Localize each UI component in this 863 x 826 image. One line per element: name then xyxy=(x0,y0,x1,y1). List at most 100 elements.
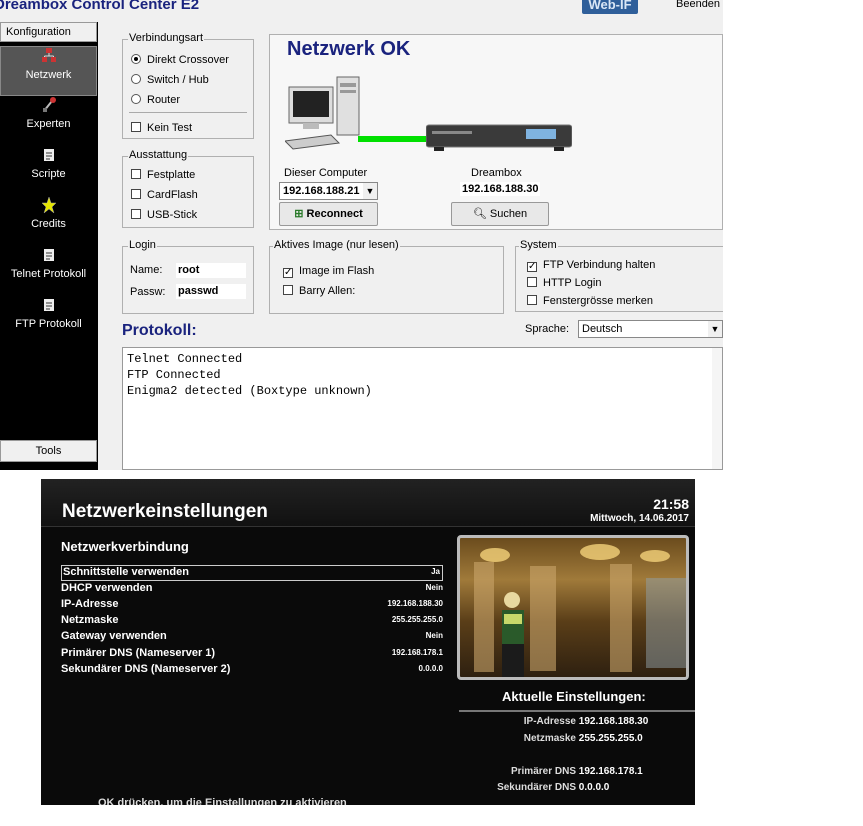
tv-screen: Netzwerkeinstellungen 21:58 Mittwoch, 14… xyxy=(41,479,695,805)
sidebar-item-label: Netzwerk xyxy=(25,69,72,81)
checkbox-box xyxy=(527,295,537,305)
sidebar-item-scripte[interactable]: Scripte xyxy=(0,146,97,196)
this-computer-ip-select[interactable]: 192.168.188.21 ▼ xyxy=(279,182,378,200)
option-label: Fenstergrösse merken xyxy=(543,295,654,307)
option-label: Kein Test xyxy=(147,122,193,134)
image-group: Aktives Image (nur lesen) ✓ Image im Flas… xyxy=(269,239,504,314)
checkbox-box: ✓ xyxy=(283,267,293,278)
reconnect-icon: ⊞ xyxy=(294,208,304,220)
tv-row-value: Nein xyxy=(425,631,443,640)
dcc-window: Dreambox Control Center E2 Web-IF Beende… xyxy=(0,0,723,470)
tv-row-schnittstelle[interactable]: Schnittstelle verwenden Ja xyxy=(61,565,443,581)
checkbox-http-login[interactable]: HTTP Login xyxy=(527,277,602,289)
dreambox-label: Dreambox xyxy=(471,167,522,179)
tv-row-key: Primärer DNS (Nameserver 1) xyxy=(61,647,216,659)
checkbox-box xyxy=(283,285,293,295)
current-settings-title: Aktuelle Einstellungen: xyxy=(502,689,646,704)
tv-row-dns2[interactable]: Sekundärer DNS (Nameserver 2) 0.0.0.0 xyxy=(61,663,443,678)
system-group: System ✓ FTP Verbindung halten HTTP Login… xyxy=(515,239,723,312)
pip-lamp xyxy=(580,544,620,560)
tv-row-gateway[interactable]: Gateway verwenden Nein xyxy=(61,630,443,645)
checkbox-image-im-flash[interactable]: ✓ Image im Flash xyxy=(283,265,374,278)
option-label: USB-Stick xyxy=(147,209,198,221)
option-label: Switch / Hub xyxy=(147,74,209,86)
login-pass-input[interactable]: passwd xyxy=(176,284,246,299)
radio-router[interactable]: Router xyxy=(131,94,180,106)
sidebar-item-telnet-protokoll[interactable]: Telnet Protokoll xyxy=(0,246,97,296)
radio-switch-hub[interactable]: Switch / Hub xyxy=(131,74,209,86)
checkbox-box: ✓ xyxy=(527,261,537,272)
dreambox-icon xyxy=(426,124,572,151)
checkbox-box xyxy=(131,209,141,219)
radio-direkt-crossover[interactable]: Direkt Crossover xyxy=(131,54,229,66)
current-value: 0.0.0.0 xyxy=(578,782,610,793)
radio-indicator xyxy=(131,54,141,64)
current-key: IP-Adresse xyxy=(523,716,576,727)
log-scrollbar[interactable] xyxy=(712,348,722,469)
current-value: 192.168.178.1 xyxy=(578,766,643,777)
tv-row-value: 0.0.0.0 xyxy=(418,664,443,673)
language-value: Deutsch xyxy=(582,323,623,335)
login-pass-label: Passw: xyxy=(130,286,166,298)
option-label: Router xyxy=(147,94,181,106)
sidebar-item-credits[interactable]: Credits xyxy=(0,196,97,246)
checkbox-kein-test[interactable]: Kein Test xyxy=(131,122,192,134)
tv-section-title: Netzwerkverbindung xyxy=(61,539,189,554)
option-label: CardFlash xyxy=(147,189,198,201)
network-panel: Netzwerk OK Dieser Computer 192.168.188.… xyxy=(269,34,723,230)
tv-row-dns1[interactable]: Primärer DNS (Nameserver 1) 192.168.178.… xyxy=(61,647,443,662)
search-button[interactable]: 🔍︎ Suchen xyxy=(451,202,549,226)
equipment-group: Ausstattung Festplatte CardFlash USB-Sti… xyxy=(122,149,254,228)
protocol-log[interactable]: Telnet Connected FTP Connected Enigma2 d… xyxy=(122,347,723,470)
star-icon xyxy=(0,196,97,218)
checkbox-ftp-verbindung[interactable]: ✓ FTP Verbindung halten xyxy=(527,259,655,272)
tv-row-key: Gateway verwenden xyxy=(61,630,167,642)
option-label: HTTP Login xyxy=(543,277,602,289)
tv-row-dhcp[interactable]: DHCP verwenden Nein xyxy=(61,582,443,597)
checkbox-usb-stick[interactable]: USB-Stick xyxy=(131,209,197,221)
webif-button[interactable]: Web-IF xyxy=(582,0,638,14)
checkbox-barry-allen[interactable]: Barry Allen: xyxy=(283,285,355,297)
checkbox-festplatte[interactable]: Festplatte xyxy=(131,169,195,181)
document-icon xyxy=(0,296,97,318)
chevron-down-icon: ▼ xyxy=(708,321,722,337)
reconnect-label: Reconnect xyxy=(306,208,363,220)
protocol-title: Protokoll: xyxy=(122,322,197,339)
sidebar-item-ftp-protokoll[interactable]: FTP Protokoll xyxy=(0,296,97,346)
option-label: Festplatte xyxy=(147,169,196,181)
computer-icon xyxy=(285,76,360,150)
this-computer-ip: 192.168.188.21 xyxy=(283,185,360,197)
checkbox-box xyxy=(131,122,141,132)
sidebar-tools[interactable]: Tools xyxy=(0,440,97,462)
reconnect-button[interactable]: ⊞ Reconnect xyxy=(279,202,378,226)
pip-lamp xyxy=(640,550,670,562)
tv-row-value: 255.255.255.0 xyxy=(391,615,443,624)
current-value: 255.255.255.0 xyxy=(578,733,643,744)
this-computer-label: Dieser Computer xyxy=(284,167,368,179)
checkbox-box xyxy=(131,169,141,179)
login-name-input[interactable]: root xyxy=(176,263,246,278)
checkbox-cardflash[interactable]: CardFlash xyxy=(131,189,198,201)
tv-row-ip[interactable]: IP-Adresse 192.168.188.30 xyxy=(61,598,443,613)
tv-row-value: Ja xyxy=(431,567,440,576)
network-status: Netzwerk OK xyxy=(287,38,411,60)
login-name-label: Name: xyxy=(130,264,163,276)
tv-footer-hint: OK drücken, um die Einstellungen zu akti… xyxy=(98,797,347,805)
network-icon xyxy=(1,47,96,69)
language-select[interactable]: Deutsch ▼ xyxy=(578,320,723,338)
image-group-label: Aktives Image (nur lesen) xyxy=(273,239,400,251)
sidebar-item-netzwerk[interactable]: Netzwerk xyxy=(0,46,97,96)
system-group-label: System xyxy=(519,239,558,251)
tv-row-value: 192.168.178.1 xyxy=(391,648,443,657)
current-key: Netzmaske xyxy=(523,733,576,744)
checkbox-fenstergroesse[interactable]: Fenstergrösse merken xyxy=(527,295,653,307)
sidebar-item-label: Telnet Protokoll xyxy=(10,268,87,280)
chevron-down-icon: ▼ xyxy=(363,183,377,199)
pip-column xyxy=(610,564,632,672)
current-settings-divider xyxy=(459,710,695,712)
sidebar-item-experten[interactable]: Experten xyxy=(0,96,97,146)
tv-row-netmask[interactable]: Netzmaske 255.255.255.0 xyxy=(61,614,443,629)
network-link-line xyxy=(358,136,430,142)
quit-button[interactable]: Beenden xyxy=(676,0,720,10)
sidebar-header[interactable]: Konfiguration xyxy=(0,22,97,42)
